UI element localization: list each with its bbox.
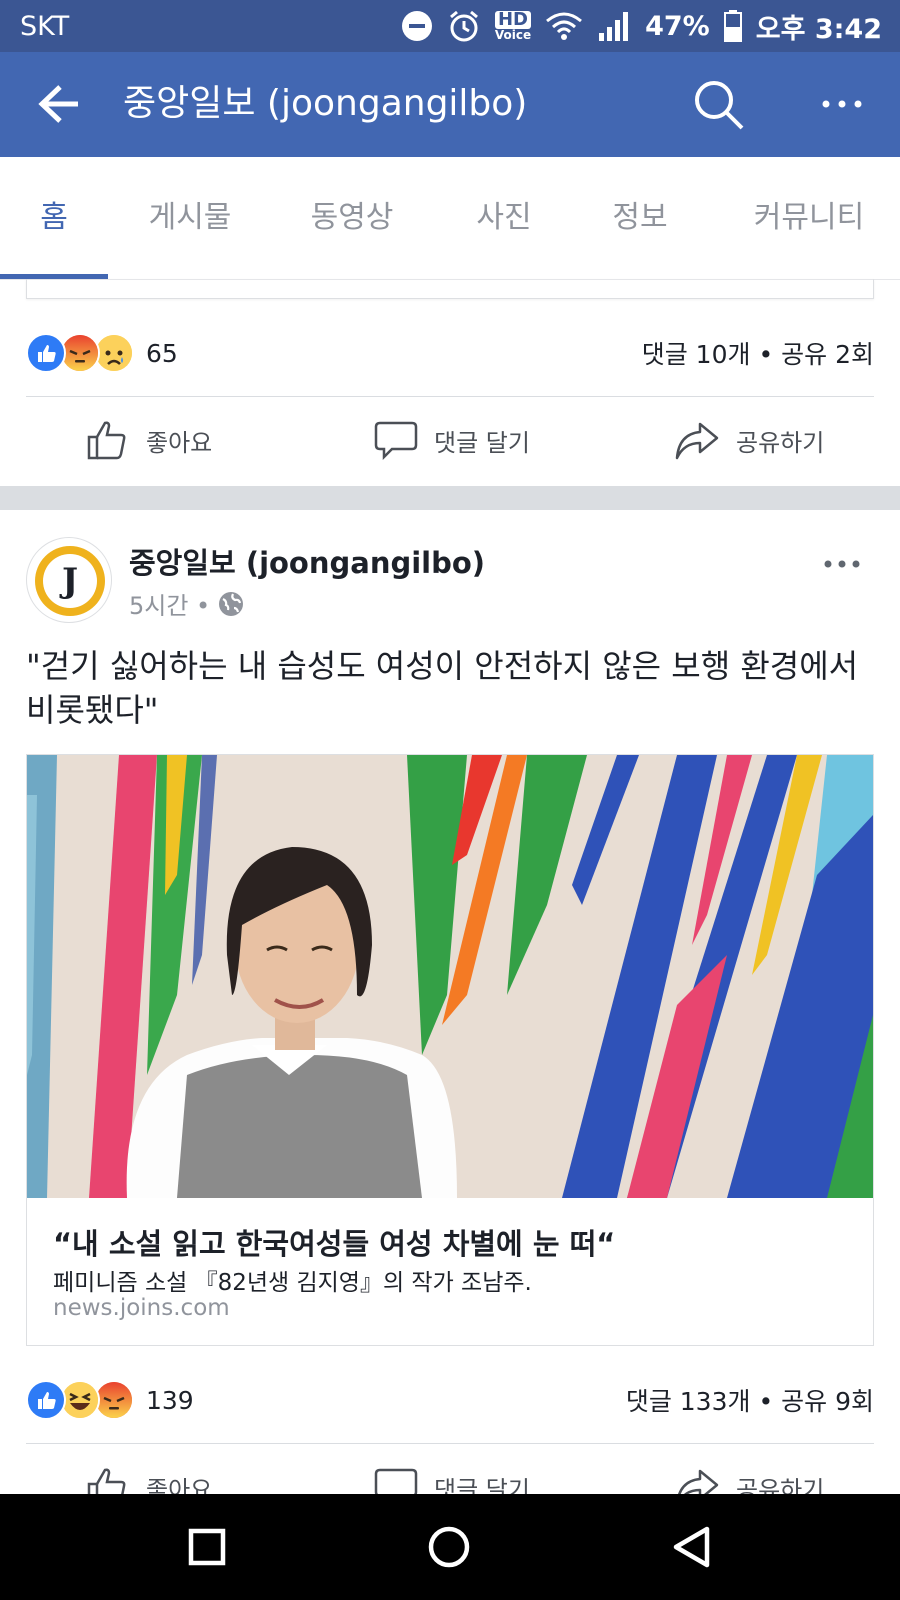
system-navigation-bar: [0, 1494, 900, 1600]
post1-comments-shares[interactable]: 댓글 10개 • 공유 2회: [642, 335, 874, 371]
link-domain: news.joins.com: [53, 1295, 230, 1321]
back-arrow-icon[interactable]: [38, 82, 86, 126]
post1-comment-button[interactable]: 댓글 달기: [374, 398, 530, 482]
battery-percent: 47%: [645, 10, 710, 42]
post1-reaction-count: 65: [146, 338, 178, 368]
post2-reaction-count: 139: [146, 1385, 194, 1415]
status-bar: SKT HD Voice 47% 오후 3:42: [0, 0, 900, 52]
share-icon: [675, 422, 719, 460]
avatar-letter: J: [43, 554, 97, 608]
post1-like-button[interactable]: 좋아요: [86, 398, 212, 482]
link-title: “내 소설 읽고 한국여성들 여성 차별에 눈 떠“: [53, 1227, 616, 1261]
post2-text: "걷기 싫어하는 내 습성도 여성이 안전하지 않은 보행 환경에서 비롯됐다": [26, 647, 859, 729]
tab-photos[interactable]: 사진: [454, 157, 554, 279]
home-icon[interactable]: [424, 1522, 474, 1572]
tab-community[interactable]: 커뮤니티: [734, 157, 884, 279]
post1-actions: 좋아요 댓글 달기 공유하기: [0, 398, 900, 482]
sad-reaction-icon: [94, 333, 134, 373]
comment-label: 댓글 달기: [434, 428, 530, 457]
recent-apps-icon[interactable]: [182, 1522, 232, 1572]
hd-voice-icon: HD Voice: [494, 11, 532, 42]
signal-icon: [597, 9, 631, 43]
more-icon[interactable]: [818, 92, 866, 116]
post2-time-text: 5시간 •: [129, 592, 211, 620]
post2-comments-shares[interactable]: 댓글 133개 • 공유 9회: [626, 1382, 874, 1418]
page-avatar[interactable]: J: [26, 537, 112, 623]
do-not-disturb-icon: [401, 10, 433, 42]
app-bar: 중앙일보 (joongangilbo): [0, 52, 900, 157]
tab-videos[interactable]: 동영상: [290, 157, 414, 279]
post1-divider: [26, 396, 874, 397]
post2-page-name[interactable]: 중앙일보 (joongangilbo): [129, 540, 485, 582]
hd-label: HD: [494, 11, 531, 29]
feed-separator: [0, 486, 900, 510]
post2-link-card[interactable]: “내 소설 읽고 한국여성들 여성 차별에 눈 떠“ 페미니즘 소설 『82년생…: [26, 754, 874, 1346]
page-title: 중앙일보 (joongangilbo): [123, 83, 528, 124]
carrier-label: SKT: [20, 10, 70, 42]
share-label: 공유하기: [736, 428, 825, 457]
search-icon[interactable]: [692, 78, 746, 132]
back-triangle-icon[interactable]: [668, 1522, 718, 1572]
like-reaction-icon: [26, 333, 66, 373]
post2-reactions-row: 139 댓글 133개 • 공유 9회: [26, 1380, 874, 1420]
like-reaction-icon: [26, 1380, 66, 1420]
previous-link-card-edge: [26, 279, 874, 299]
battery-icon: [723, 10, 742, 42]
post1-share-button[interactable]: 공유하기: [674, 398, 824, 482]
tab-about[interactable]: 정보: [590, 157, 690, 279]
angry-reaction-icon: [94, 1380, 134, 1420]
clock: 오후 3:42: [755, 13, 882, 45]
link-description: 페미니즘 소설 『82년생 김지영』의 작가 조남주.: [53, 1270, 532, 1296]
angry-reaction-icon: [60, 333, 100, 373]
comment-icon: [374, 421, 418, 461]
post2-reaction-summary[interactable]: 139: [26, 1380, 194, 1420]
like-label: 좋아요: [146, 428, 213, 457]
alarm-icon: [447, 9, 481, 43]
globe-icon: [219, 591, 244, 616]
post1-reactions-row: 65 댓글 10개 • 공유 2회: [26, 333, 874, 373]
page-tabs: 홈 게시물 동영상 사진 정보 커뮤니티: [0, 157, 900, 280]
haha-reaction-icon: [60, 1380, 100, 1420]
post2-timestamp[interactable]: 5시간 •: [129, 586, 244, 621]
post2-more-icon[interactable]: [822, 556, 862, 570]
wifi-icon: [545, 11, 583, 41]
status-icons: HD Voice 47% 오후 3:42: [401, 7, 882, 46]
post2-divider: [26, 1443, 874, 1444]
avatar-ring: J: [35, 546, 105, 616]
post1-reaction-summary[interactable]: 65: [26, 333, 178, 373]
tab-posts[interactable]: 게시물: [128, 157, 252, 279]
tab-home[interactable]: 홈: [0, 157, 108, 279]
thumbs-up-icon: [87, 421, 126, 460]
voice-label: Voice: [494, 28, 532, 42]
link-preview-image: [27, 755, 873, 1198]
